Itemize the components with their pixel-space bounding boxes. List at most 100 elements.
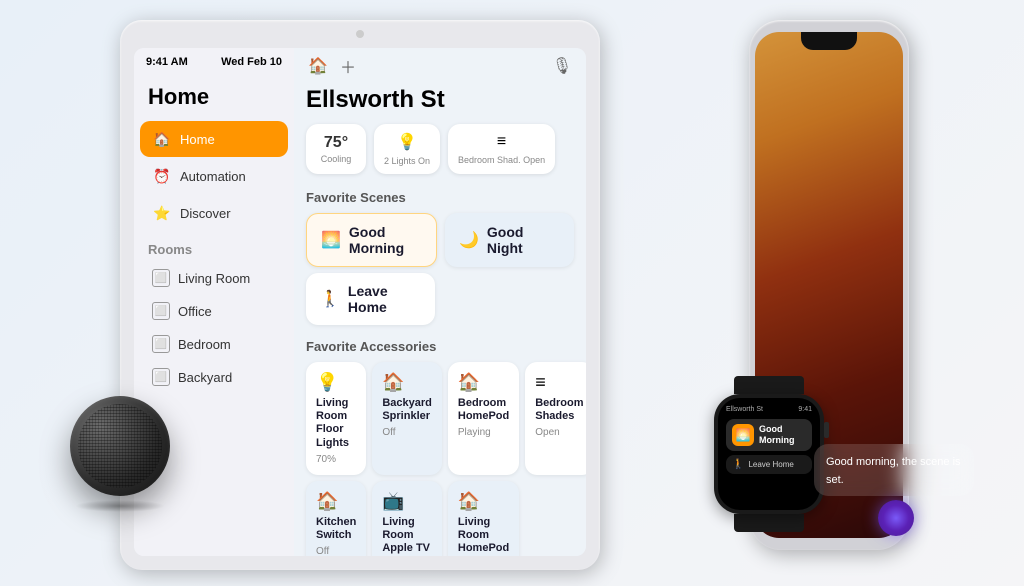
main-title: Ellsworth St	[294, 86, 586, 124]
accessories-grid: 💡 Living Room Floor Lights 70% 🏠 Backyar…	[294, 362, 586, 556]
siri-orb	[878, 500, 914, 536]
watch-time: 9:41	[798, 406, 812, 413]
room-icon: ⬜	[152, 368, 170, 386]
status-date: Wed Feb 10	[221, 56, 282, 68]
lights-accessory-icon: 💡	[316, 372, 356, 393]
shades-widget[interactable]: ≡ Bedroom Shad. Open	[448, 124, 555, 174]
scene-card-good-night[interactable]: 🌙 Good Night	[445, 213, 574, 267]
sidebar-discover-label: Discover	[180, 206, 231, 221]
sidebar-item-automation[interactable]: ⏰ Automation	[140, 158, 288, 194]
watch-scene-card[interactable]: 🌅 Good Morning	[726, 419, 812, 451]
room-icon: ⬜	[152, 335, 170, 353]
accessory-sprinkler[interactable]: 🏠 Backyard Sprinkler Off	[372, 362, 442, 475]
homepod-accessory-icon: 🏠	[458, 372, 509, 393]
kitchen-icon: 🏠	[316, 491, 356, 512]
room-icon: ⬜	[152, 269, 170, 287]
sidebar-automation-label: Automation	[180, 169, 246, 184]
watch-screen: Ellsworth St 9:41 🌅 Good Morning 🚶 Leave…	[718, 398, 820, 510]
ipad-device: 9:41 AM Wed Feb 10 Home 🏠 Home ⏰ Automat…	[120, 20, 600, 570]
header-icons: 🏠 ＋	[306, 54, 360, 78]
automation-icon: ⏰	[152, 166, 172, 186]
watch-band-top	[734, 376, 804, 394]
status-widgets: 75° Cooling 💡 2 Lights On ≡ Bedroom Shad…	[294, 124, 586, 186]
status-time: 9:41 AM	[146, 56, 188, 68]
voice-icon[interactable]: 🎙	[550, 54, 574, 78]
ipad-status-bar: 9:41 AM Wed Feb 10	[134, 48, 294, 76]
room-label: Living Room	[178, 271, 250, 286]
sidebar-item-discover[interactable]: ⭐ Discover	[140, 195, 288, 231]
room-label: Backyard	[178, 370, 232, 385]
iphone-notch	[801, 32, 857, 50]
main-header: 🏠 ＋ 🎙	[294, 48, 586, 86]
shades-icon: ≡	[497, 133, 506, 151]
watch-scene-emoji: 🌅	[736, 428, 751, 442]
accessory-bedroom-shades[interactable]: ≡ Bedroom Shades Open	[525, 362, 586, 475]
lr-homepod-icon: 🏠	[458, 491, 509, 512]
kitchen-status: Off	[316, 546, 356, 556]
shades-label: Bedroom Shad. Open	[458, 155, 545, 165]
good-night-label: Good Night	[487, 224, 560, 256]
sprinkler-status: Off	[382, 427, 432, 438]
ipad-frame: 9:41 AM Wed Feb 10 Home 🏠 Home ⏰ Automat…	[120, 20, 600, 570]
scene-container: 9:41 AM Wed Feb 10 Home 🏠 Home ⏰ Automat…	[0, 0, 1024, 586]
watch-location: Ellsworth St	[726, 406, 763, 413]
watch-scene-name: Good Morning	[759, 424, 806, 446]
discover-icon: ⭐	[152, 203, 172, 223]
shades-accessory-icon: ≡	[535, 372, 583, 393]
homepod-mesh	[78, 404, 162, 488]
leave-home-label: Leave Home	[348, 283, 421, 315]
sidebar-room-living-room[interactable]: ⬜ Living Room	[140, 262, 288, 294]
scene-card-good-morning[interactable]: 🌅 Good Morning	[306, 213, 437, 267]
watch-leave-home-card[interactable]: 🚶 Leave Home	[726, 455, 812, 474]
watch-leave-label: Leave Home	[748, 460, 793, 469]
good-morning-icon: 🌅	[321, 230, 341, 250]
add-icon[interactable]: ＋	[336, 54, 360, 78]
home-header-icon[interactable]: 🏠	[306, 54, 330, 78]
room-label: Office	[178, 304, 212, 319]
scenes-grid: 🌅 Good Morning 🌙 Good Night 🚶 L	[294, 213, 586, 335]
appletv-icon: 📺	[382, 491, 432, 512]
sprinkler-icon: 🏠	[382, 372, 432, 393]
accessories-section-label: Favorite Accessories	[294, 335, 586, 362]
lights-icon: 💡	[397, 132, 417, 152]
watch-crown	[824, 422, 829, 438]
homepod-mini	[60, 396, 180, 526]
siri-bubble: Good morning, the scene is set.	[814, 444, 974, 496]
ipad-camera	[356, 30, 364, 38]
homepod-body	[70, 396, 170, 496]
temperature-widget[interactable]: 75° Cooling	[306, 124, 366, 174]
watch-frame: Ellsworth St 9:41 🌅 Good Morning 🚶 Leave…	[714, 394, 824, 514]
sidebar-room-bedroom[interactable]: ⬜ Bedroom	[140, 328, 288, 360]
temperature-label: Cooling	[321, 154, 352, 164]
lights-label: 2 Lights On	[384, 156, 430, 166]
kitchen-name: Kitchen Switch	[316, 516, 356, 542]
homepod-shadow	[75, 500, 165, 512]
ipad-main-content: 🏠 ＋ 🎙 Ellsworth St 75° Cooling	[294, 48, 586, 556]
scene-card-leave-home[interactable]: 🚶 Leave Home	[306, 273, 435, 325]
good-night-icon: 🌙	[459, 230, 479, 250]
shades-accessory-status: Open	[535, 427, 583, 438]
watch-band-bottom	[734, 514, 804, 532]
accessory-living-room-homepod[interactable]: 🏠 Living Room HomePod Paused	[448, 481, 519, 556]
scenes-row-2: 🚶 Leave Home	[306, 273, 574, 325]
accessory-living-room-lights[interactable]: 💡 Living Room Floor Lights 70%	[306, 362, 366, 475]
appletv-name: Living Room Apple TV	[382, 516, 432, 556]
leave-home-icon: 🚶	[320, 289, 340, 309]
shades-accessory-name: Bedroom Shades	[535, 397, 583, 423]
lights-accessory-name: Living Room Floor Lights	[316, 397, 356, 450]
sidebar-home-label: Home	[180, 132, 215, 147]
room-label: Bedroom	[178, 337, 231, 352]
rooms-section-title: Rooms	[134, 232, 294, 261]
siri-message: Good morning, the scene is set.	[826, 456, 961, 486]
homepod-accessory-status: Playing	[458, 427, 509, 438]
lights-widget[interactable]: 💡 2 Lights On	[374, 124, 440, 174]
accessory-kitchen-switch[interactable]: 🏠 Kitchen Switch Off	[306, 481, 366, 556]
sidebar-room-office[interactable]: ⬜ Office	[140, 295, 288, 327]
sidebar-item-home[interactable]: 🏠 Home	[140, 121, 288, 157]
watch-scene-icon: 🌅	[732, 424, 754, 446]
lr-homepod-name: Living Room HomePod	[458, 516, 509, 556]
homepod-accessory-name: Bedroom HomePod	[458, 397, 509, 423]
accessory-bedroom-homepod[interactable]: 🏠 Bedroom HomePod Playing	[448, 362, 519, 475]
sidebar-room-backyard[interactable]: ⬜ Backyard	[140, 361, 288, 393]
accessory-apple-tv[interactable]: 📺 Living Room Apple TV Paused	[372, 481, 442, 556]
